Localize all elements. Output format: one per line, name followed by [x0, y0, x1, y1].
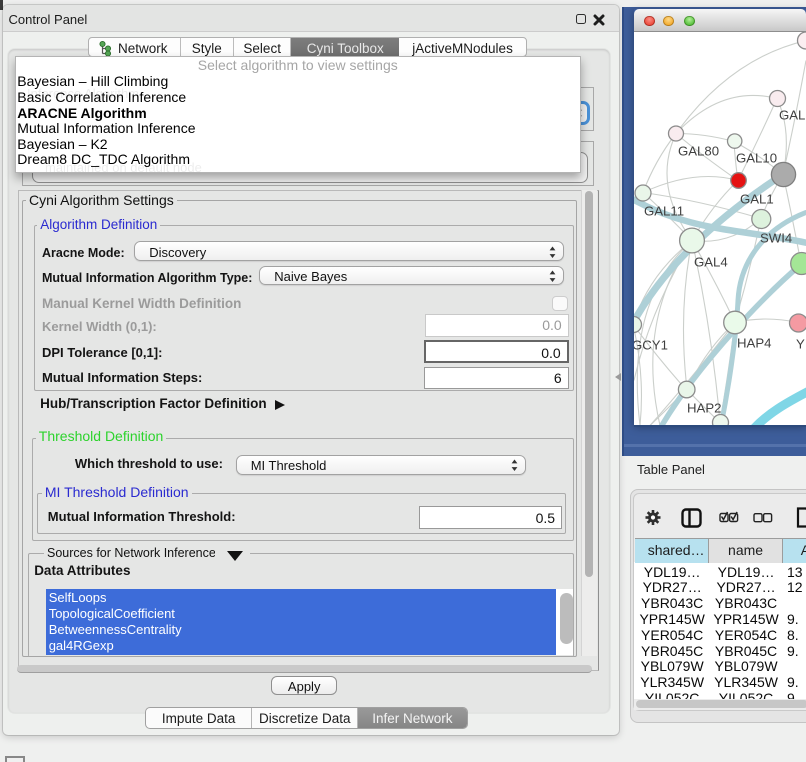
svg-text:GAL4: GAL4: [694, 254, 728, 269]
svg-text:GAL11: GAL11: [644, 203, 684, 218]
svg-text:GAL2: GAL2: [779, 107, 806, 122]
svg-text:GCY1: GCY1: [634, 337, 668, 352]
svg-text:GAL1: GAL1: [740, 191, 774, 206]
svg-text:GAL10: GAL10: [736, 150, 777, 165]
svg-text:GAL80: GAL80: [678, 143, 719, 158]
svg-text:HAP4: HAP4: [737, 335, 771, 350]
svg-text:SWI4: SWI4: [760, 230, 792, 245]
svg-text:Y: Y: [796, 336, 805, 351]
svg-text:HAP2: HAP2: [687, 400, 721, 415]
